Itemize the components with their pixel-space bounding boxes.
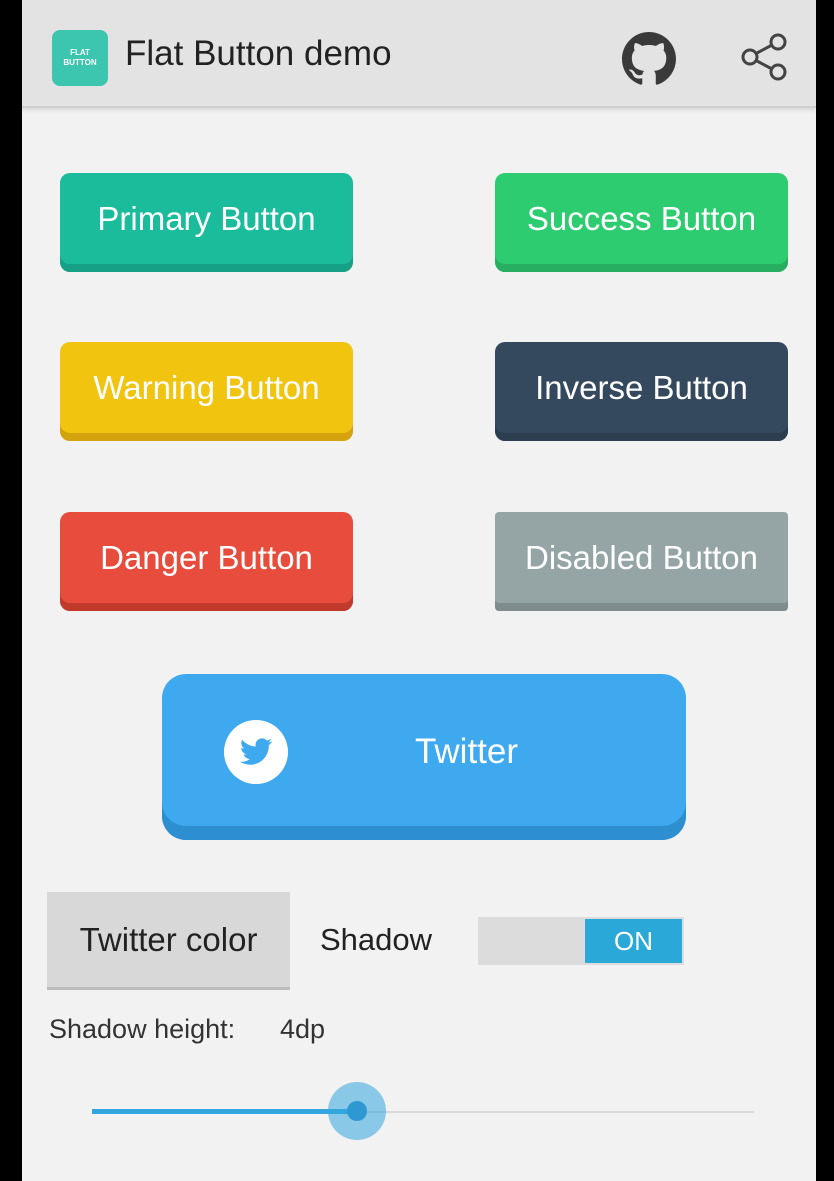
action-bar: FLAT BUTTON Flat Button demo (22, 0, 816, 108)
github-icon[interactable] (622, 32, 676, 86)
shadow-label: Shadow (320, 922, 433, 957)
shadow-toggle-on-label: ON (585, 919, 682, 963)
shadow-height-slider[interactable] (92, 1080, 754, 1144)
inverse-button[interactable]: Inverse Button (495, 342, 788, 441)
shadow-height-value: 4dp (280, 1014, 326, 1044)
warning-button[interactable]: Warning Button (60, 342, 353, 441)
slider-fill (92, 1109, 357, 1114)
twitter-button[interactable]: Twitter (162, 674, 686, 840)
app-screen: FLAT BUTTON Flat Button demo Primary But… (22, 0, 816, 1181)
share-icon[interactable] (738, 30, 792, 84)
app-logo: FLAT BUTTON (52, 30, 108, 86)
shadow-height-label: Shadow height: (49, 1014, 236, 1044)
disabled-button: Disabled Button (495, 512, 788, 611)
twitter-button-label: Twitter (414, 732, 519, 771)
danger-button[interactable]: Danger Button (60, 512, 353, 611)
app-logo-text-bottom: BUTTON (63, 58, 97, 67)
app-logo-text-top: FLAT (70, 48, 90, 57)
shadow-toggle[interactable]: ON (478, 917, 684, 965)
app-title: Flat Button demo (125, 34, 392, 73)
twitter-color-button[interactable]: Twitter color (47, 892, 290, 990)
success-button[interactable]: Success Button (495, 173, 788, 272)
primary-button[interactable]: Primary Button (60, 173, 353, 272)
slider-thumb[interactable] (347, 1101, 367, 1121)
